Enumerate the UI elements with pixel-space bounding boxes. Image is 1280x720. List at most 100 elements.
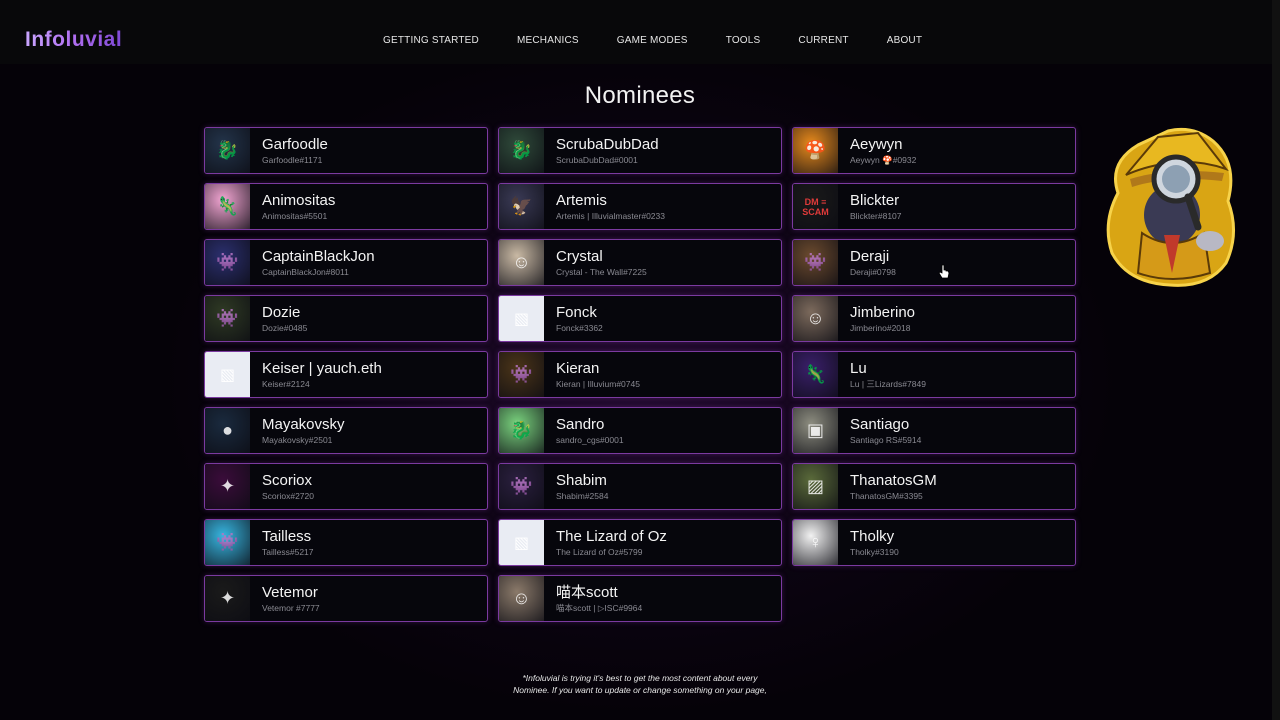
lizard-icon: 🦎 [804,364,827,384]
page-title: Nominees [584,82,696,109]
nominee-tag: ScrubaDubDad#0001 [556,154,638,165]
creature-icon: 👾 [510,476,533,496]
placeholder-image-icon: ▧ [499,296,544,341]
nominee-tag: Keiser#2124 [262,378,310,389]
dragon-icon: 🐉 [216,140,239,160]
nominee-info: Sandro sandro_cgs#0001 [556,416,624,446]
nominee-name: Fonck [556,303,597,321]
nominee-card[interactable]: 👾 Dozie Dozie#0485 [204,295,488,342]
avatar: 🐉 [499,408,544,453]
nominee-card[interactable]: 🐉 Garfoodle Garfoodle#1171 [204,127,488,174]
nominee-name: Sandro [556,415,605,433]
nominee-name: Vetemor [262,583,318,601]
avatar: 🐉 [499,128,544,173]
nominee-card[interactable]: ▧ The Lizard of Oz The Lizard of Oz#5799 [498,519,782,566]
nominee-card[interactable]: ✦ Vetemor Vetemor #7777 [204,575,488,622]
nominee-tag: CaptainBlackJon#8011 [262,266,349,277]
avatar: 🦅 [499,184,544,229]
footnote-line-1: *Infoluvial is trying it's best to get t… [522,673,758,683]
nominee-name: Kieran [556,359,600,377]
nominee-tag: Mayakovsky#2501 [262,434,333,445]
nominee-card[interactable]: DM ≡ SCAM Blickter Blickter#8107 [792,183,1076,230]
placeholder-image-icon-icon: ▧ [513,310,530,328]
nominee-card[interactable]: ▨ ThanatosGM ThanatosGM#3395 [792,463,1076,510]
nominee-name: Crystal [556,247,603,265]
nav-tools[interactable]: TOOLS [726,35,761,47]
nav-game-modes[interactable]: GAME MODES [617,35,688,47]
nominee-info: Santiago Santiago RS#5914 [850,416,921,446]
nominee-name: Scoriox [262,471,313,489]
nominee-tag: Fonck#3362 [556,322,603,333]
creature-icon: 👾 [804,252,827,272]
nominee-card[interactable]: 👾 Deraji Deraji#0798 [792,239,1076,286]
nominee-name: Animositas [262,191,336,209]
nominee-card[interactable]: 👾 Shabim Shabim#2584 [498,463,782,510]
nominee-card[interactable]: 👾 Tailless Tailless#5217 [204,519,488,566]
nominee-card[interactable]: ● Mayakovsky Mayakovsky#2501 [204,407,488,454]
nominee-card[interactable]: 👾 Kieran Kieran | Illuvium#0745 [498,351,782,398]
nominee-info: Jimberino Jimberino#2018 [850,304,915,334]
nominee-info: Dozie Dozie#0485 [262,304,307,334]
footnote: *Infoluvial is trying it's best to get t… [0,672,1280,696]
nominee-tag: Vetemor #7777 [262,602,320,613]
placeholder-image-icon: ▧ [205,352,250,397]
nominee-info: ScrubaDubDad ScrubaDubDad#0001 [556,136,659,166]
nominee-card[interactable]: ✦ Scoriox Scoriox#2720 [204,463,488,510]
nominee-card[interactable]: 🐉 Sandro sandro_cgs#0001 [498,407,782,454]
nominee-info: 喵本scott 喵本scott | ▷ISC#9964 [556,584,642,614]
nominee-info: Keiser | yauch.eth Keiser#2124 [262,360,382,390]
nominee-tag: Artemis | Illuvialmaster#0233 [556,210,665,221]
creature-icon: 👾 [216,252,239,272]
nominee-card[interactable]: 🐉 ScrubaDubDad ScrubaDubDad#0001 [498,127,782,174]
nav-mechanics[interactable]: MECHANICS [517,35,579,47]
nominee-card[interactable]: 🦎 Animositas Animositas#5501 [204,183,488,230]
nominee-card[interactable]: ☺ Crystal Crystal - The Wall#7225 [498,239,782,286]
nominee-tag: Kieran | Illuvium#0745 [556,378,640,389]
placeholder-image-icon: ▧ [499,520,544,565]
nominee-card[interactable]: ☺ 喵本scott 喵本scott | ▷ISC#9964 [498,575,782,622]
nominee-info: The Lizard of Oz The Lizard of Oz#5799 [556,528,667,558]
site-logo[interactable]: Infoluvial [25,28,122,52]
emblem-icon: ✦ [219,588,236,608]
nominee-name: Aeywyn [850,135,903,153]
nominee-name: Lu [850,359,867,377]
nominee-card[interactable]: ☺ Jimberino Jimberino#2018 [792,295,1076,342]
nominee-card[interactable]: ▣ Santiago Santiago RS#5914 [792,407,1076,454]
mouse-cursor-icon [938,264,950,279]
avatar: ♀ [793,520,838,565]
nominee-name: Blickter [850,191,900,209]
nominee-info: Vetemor Vetemor #7777 [262,584,320,614]
nominee-tag: Deraji#0798 [850,266,896,277]
nominee-card[interactable]: ▧ Fonck Fonck#3362 [498,295,782,342]
nominee-info: Mayakovsky Mayakovsky#2501 [262,416,345,446]
nominee-name: Shabim [556,471,607,489]
nominee-info: Garfoodle Garfoodle#1171 [262,136,328,166]
nominee-tag: Tailless#5217 [262,546,314,557]
nominee-card[interactable]: ♀ Tholky Tholky#3190 [792,519,1076,566]
nominee-name: Santiago [850,415,910,433]
nav-current[interactable]: CURRENT [798,35,848,47]
nominee-info: Lu Lu | 三Lizards#7849 [850,360,926,390]
nominee-info: Scoriox Scoriox#2720 [262,472,314,502]
nominee-card[interactable]: 🦅 Artemis Artemis | Illuvialmaster#0233 [498,183,782,230]
nominee-tag: Garfoodle#1171 [262,154,323,165]
mushroom-icon: 🍄 [804,140,827,160]
nominee-info: CaptainBlackJon CaptainBlackJon#8011 [262,248,375,278]
nominee-card[interactable]: 👾 CaptainBlackJon CaptainBlackJon#8011 [204,239,488,286]
orb-icon: ● [222,420,233,440]
nominee-card[interactable]: 🍄 Aeywyn Aeywyn 🍄#0932 [792,127,1076,174]
nominee-info: Crystal Crystal - The Wall#7225 [556,248,647,278]
avatar: 🦎 [205,184,250,229]
nominee-name: Artemis [556,191,607,209]
nominee-card[interactable]: 🦎 Lu Lu | 三Lizards#7849 [792,351,1076,398]
top-nav-bar: Infoluvial GETTING STARTED MECHANICS GAM… [0,0,1280,64]
avatar: ☺ [499,240,544,285]
nominee-card[interactable]: ▧ Keiser | yauch.eth Keiser#2124 [204,351,488,398]
detective-mascot-icon [1106,127,1236,287]
avatar: 👾 [499,464,544,509]
bird-icon: 🦅 [510,196,533,216]
nav-about[interactable]: ABOUT [887,35,922,47]
nominee-tag: Blickter#8107 [850,210,902,221]
emblem-icon: ✦ [219,476,236,496]
nav-getting-started[interactable]: GETTING STARTED [383,35,479,47]
